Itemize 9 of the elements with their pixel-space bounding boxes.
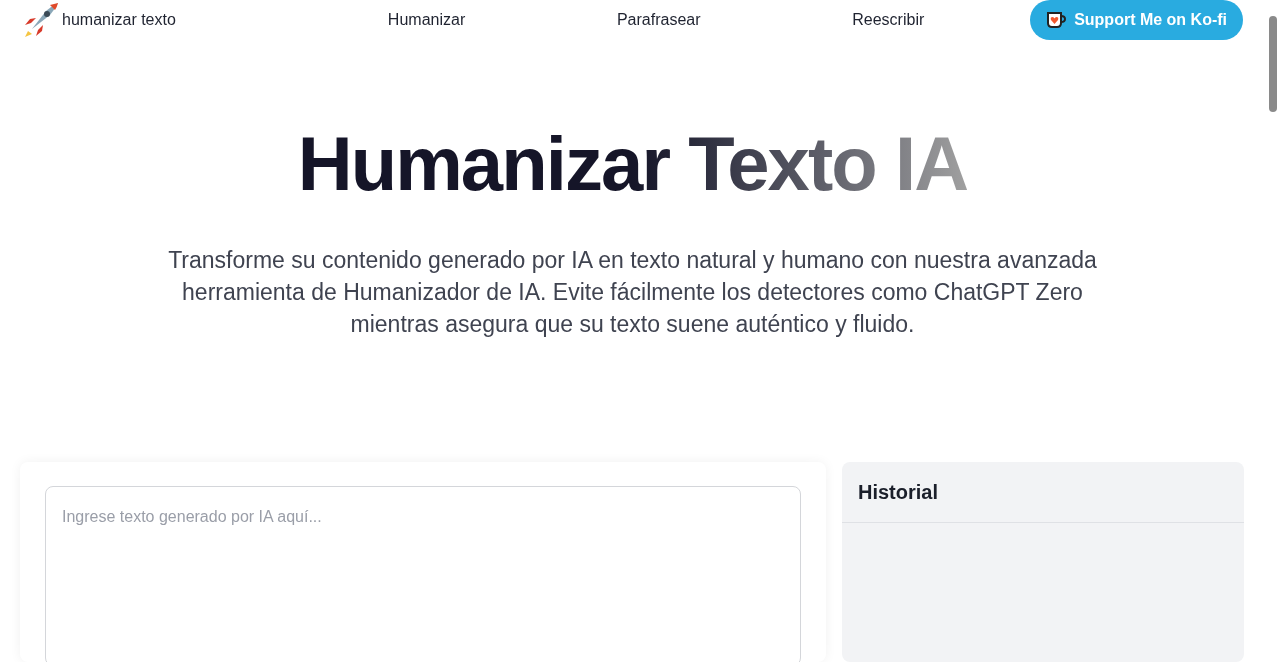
hero-subtitle: Transforme su contenido generado por IA en texto natural y humano con nuestra avanzada herramienta de Humanizador de IA. Evite fácilmente los detectores como ChatGPT Zero mientras asegura que su texto suene auténtico y fluido. xyxy=(167,246,1098,339)
nav-link[interactable]: Reescribir xyxy=(852,8,925,32)
coffee-cup-icon xyxy=(1046,11,1067,29)
rocket-icon xyxy=(22,1,60,39)
nav-link[interactable]: Parafrasear xyxy=(616,8,701,32)
logo-link[interactable]: humanizar texto xyxy=(62,8,176,32)
text-input-field[interactable]: Ingrese texto generado por IA aquí... xyxy=(45,486,801,662)
nav-link[interactable]: Humanizar xyxy=(387,8,466,32)
history-title: Historial xyxy=(858,480,939,505)
